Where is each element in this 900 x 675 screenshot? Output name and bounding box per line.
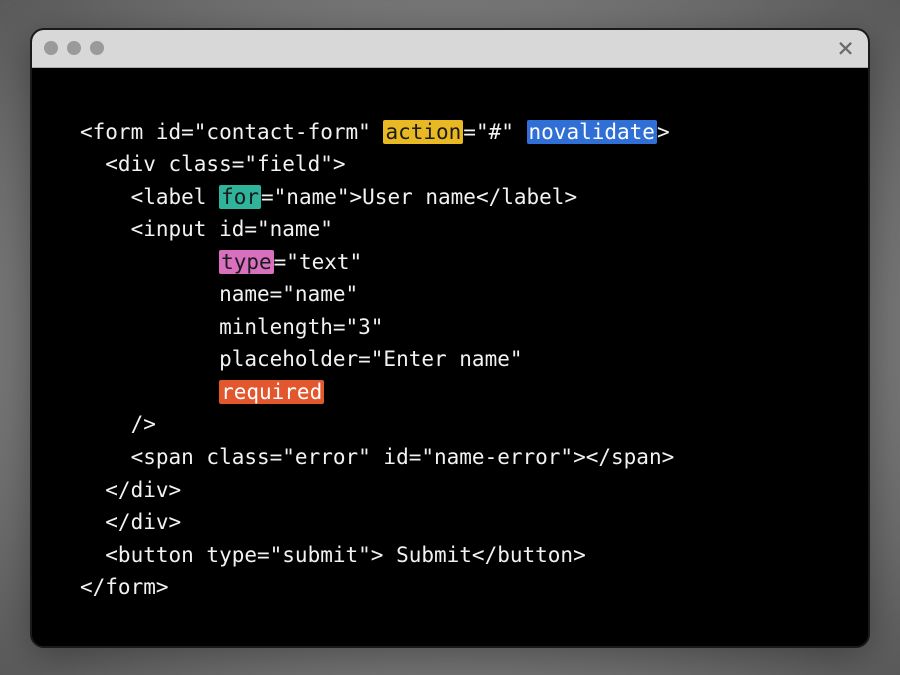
code-line-11: <span class="error" id="name-error"></sp… [80, 445, 674, 469]
code-text: > [657, 120, 670, 144]
code-text [80, 250, 219, 274]
code-line-5: type="text" [80, 250, 362, 274]
code-line-4: <input id="name" [80, 217, 333, 241]
code-text: ="name">User name</label> [261, 185, 577, 209]
code-text: ="#" [463, 120, 526, 144]
highlight-for: for [219, 185, 261, 209]
code-line-7: minlength="3" [80, 315, 383, 339]
code-line-13: </div> [80, 510, 181, 534]
code-line-1: <form id="contact-form" action="#" noval… [80, 120, 670, 144]
code-text: <label [80, 185, 219, 209]
code-text [80, 380, 219, 404]
code-text: ="text" [274, 250, 363, 274]
traffic-light-close[interactable] [44, 41, 58, 55]
highlight-type: type [219, 250, 274, 274]
code-line-14: <button type="submit"> Submit</button> [80, 543, 586, 567]
code-line-2: <div class="field"> [80, 152, 346, 176]
code-line-6: name="name" [80, 282, 358, 306]
highlight-action: action [383, 120, 463, 144]
code-content: <form id="contact-form" action="#" noval… [32, 68, 868, 646]
code-line-15: </form> [80, 575, 169, 599]
titlebar: × [32, 30, 868, 68]
code-window: × <form id="contact-form" action="#" nov… [30, 28, 870, 648]
code-line-9: required [80, 380, 324, 404]
traffic-light-minimize[interactable] [67, 41, 81, 55]
code-text: <form id="contact-form" [80, 120, 383, 144]
code-line-3: <label for="name">User name</label> [80, 185, 577, 209]
code-line-8: placeholder="Enter name" [80, 347, 523, 371]
code-line-12: </div> [80, 478, 181, 502]
traffic-light-zoom[interactable] [90, 41, 104, 55]
highlight-required: required [219, 380, 324, 404]
close-icon[interactable]: × [837, 34, 854, 62]
code-line-10: /> [80, 412, 156, 436]
highlight-novalidate: novalidate [527, 120, 657, 144]
traffic-lights [44, 41, 104, 55]
